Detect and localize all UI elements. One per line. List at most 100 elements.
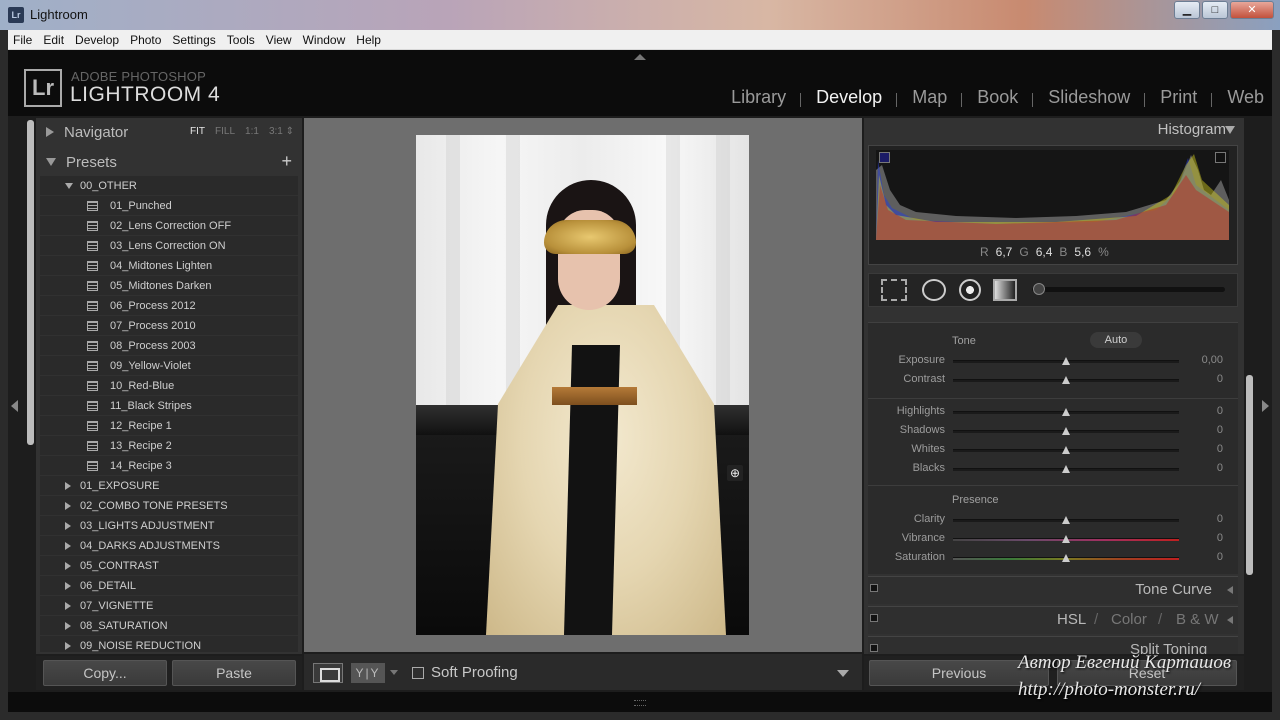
preset-item[interactable]: 01_Punched [40, 196, 298, 216]
histogram-title[interactable]: Histogram [1158, 121, 1226, 138]
auto-tone-button[interactable]: Auto [1090, 332, 1142, 348]
preset-item[interactable]: 09_Yellow-Violet [40, 356, 298, 376]
zoom-3-1[interactable]: 3:1 ⇕ [269, 126, 294, 137]
highlights-value[interactable]: 0 [1183, 405, 1223, 417]
clarity-knob[interactable] [1062, 516, 1070, 524]
menu-window[interactable]: Window [298, 33, 351, 47]
zoom-fill[interactable]: FILL [215, 126, 235, 137]
shadow-clipping-toggle[interactable] [879, 152, 890, 163]
adjustment-brush-slider[interactable] [1032, 287, 1225, 292]
preset-folder[interactable]: 01_EXPOSURE [40, 476, 298, 496]
vibrance-knob[interactable] [1062, 535, 1070, 543]
preset-folder[interactable]: 03_LIGHTS ADJUSTMENT [40, 516, 298, 536]
before-after-button[interactable]: Y|Y [351, 663, 385, 683]
collapse-left-panel-icon[interactable] [11, 400, 18, 412]
preset-item[interactable]: 06_Process 2012 [40, 296, 298, 316]
module-library[interactable]: Library [716, 87, 802, 108]
preset-item[interactable]: 07_Process 2010 [40, 316, 298, 336]
contrast-knob[interactable] [1062, 376, 1070, 384]
loupe-view-button[interactable] [313, 663, 343, 683]
saturation-knob[interactable] [1062, 554, 1070, 562]
collapse-top-panel-icon[interactable] [634, 54, 646, 60]
preset-item[interactable]: 08_Process 2003 [40, 336, 298, 356]
add-preset-icon[interactable]: + [281, 151, 292, 172]
module-map[interactable]: Map [897, 87, 963, 108]
bw-tab[interactable]: B & W [1176, 611, 1219, 628]
menu-tools[interactable]: Tools [222, 33, 260, 47]
shadows-knob[interactable] [1062, 427, 1070, 435]
preset-folder-00-other[interactable]: 00_OTHER [40, 176, 298, 196]
preset-folder[interactable]: 07_VIGNETTE [40, 596, 298, 616]
adjustment-brush-knob[interactable] [1033, 283, 1045, 295]
whites-knob[interactable] [1062, 446, 1070, 454]
panel-toggle-icon[interactable] [870, 644, 878, 652]
menu-help[interactable]: Help [351, 33, 386, 47]
saturation-value[interactable]: 0 [1183, 551, 1223, 563]
menu-file[interactable]: File [8, 33, 37, 47]
blacks-knob[interactable] [1062, 465, 1070, 473]
shadows-value[interactable]: 0 [1183, 424, 1223, 436]
preset-item[interactable]: 10_Red-Blue [40, 376, 298, 396]
exposure-value[interactable]: 0,00 [1183, 354, 1223, 366]
module-print[interactable]: Print [1145, 87, 1213, 108]
highlights-knob[interactable] [1062, 408, 1070, 416]
preset-folder[interactable]: 04_DARKS ADJUSTMENTS [40, 536, 298, 556]
expand-left-triangle-icon[interactable] [1227, 586, 1233, 594]
highlight-clipping-toggle[interactable] [1215, 152, 1226, 163]
preset-folder[interactable]: 02_COMBO TONE PRESETS [40, 496, 298, 516]
preset-item[interactable]: 14_Recipe 3 [40, 456, 298, 476]
module-develop[interactable]: Develop [801, 87, 898, 108]
zoom-fit[interactable]: FIT [190, 126, 205, 137]
minimize-button[interactable]: ▁ [1174, 1, 1200, 19]
crop-overlay-icon[interactable] [881, 279, 907, 301]
panel-toggle-icon[interactable] [870, 614, 878, 622]
red-eye-icon[interactable] [959, 279, 981, 301]
exposure-knob[interactable] [1062, 357, 1070, 365]
module-slideshow[interactable]: Slideshow [1033, 87, 1146, 108]
module-book[interactable]: Book [962, 87, 1034, 108]
navigator-header[interactable]: Navigator FIT FILL 1:1 3:1 ⇕ [36, 118, 302, 146]
collapse-right-panel-icon[interactable] [1262, 400, 1269, 412]
menu-edit[interactable]: Edit [38, 33, 69, 47]
hsl-tab[interactable]: HSL [1057, 611, 1086, 628]
preset-item[interactable]: 05_Midtones Darken [40, 276, 298, 296]
preset-item[interactable]: 02_Lens Correction OFF [40, 216, 298, 236]
module-web[interactable]: Web [1212, 87, 1264, 108]
preset-folder[interactable]: 05_CONTRAST [40, 556, 298, 576]
presets-header[interactable]: Presets + [36, 148, 302, 176]
expand-left-triangle-icon[interactable] [1227, 616, 1233, 624]
menu-develop[interactable]: Develop [70, 33, 124, 47]
preset-item[interactable]: 04_Midtones Lighten [40, 256, 298, 276]
color-tab[interactable]: Color [1111, 611, 1147, 628]
preset-item[interactable]: 11_Black Stripes [40, 396, 298, 416]
before-after-dropdown-icon[interactable] [390, 670, 398, 675]
toolbar-options-dropdown-icon[interactable] [837, 670, 849, 677]
preset-folder[interactable]: 08_SATURATION [40, 616, 298, 636]
paste-button[interactable]: Paste [172, 660, 296, 686]
panel-toggle-icon[interactable] [870, 584, 878, 592]
preset-item[interactable]: 13_Recipe 2 [40, 436, 298, 456]
clarity-value[interactable]: 0 [1183, 513, 1223, 525]
soft-proofing-checkbox[interactable] [412, 667, 424, 679]
blacks-value[interactable]: 0 [1183, 462, 1223, 474]
preset-folder[interactable]: 06_DETAIL [40, 576, 298, 596]
menu-photo[interactable]: Photo [125, 33, 166, 47]
spot-removal-icon[interactable] [922, 279, 946, 301]
menu-view[interactable]: View [261, 33, 297, 47]
menu-settings[interactable]: Settings [167, 33, 220, 47]
contrast-value[interactable]: 0 [1183, 373, 1223, 385]
preset-item[interactable]: 12_Recipe 1 [40, 416, 298, 436]
zoom-1-1[interactable]: 1:1 [245, 126, 259, 137]
preset-folder[interactable]: 09_NOISE REDUCTION [40, 636, 298, 652]
main-photo[interactable] [416, 135, 749, 635]
graduated-filter-icon[interactable] [993, 279, 1017, 301]
right-panel-scrollbar[interactable] [1246, 375, 1253, 575]
left-panel-scrollbar[interactable] [27, 120, 34, 445]
tone-curve-title[interactable]: Tone Curve [1135, 581, 1212, 598]
histogram-collapse-icon[interactable] [1225, 126, 1235, 134]
maximize-button[interactable]: □ [1202, 1, 1228, 19]
vibrance-value[interactable]: 0 [1183, 532, 1223, 544]
histogram-graph[interactable] [876, 150, 1229, 240]
preset-item[interactable]: 03_Lens Correction ON [40, 236, 298, 256]
copy-button[interactable]: Copy... [43, 660, 167, 686]
